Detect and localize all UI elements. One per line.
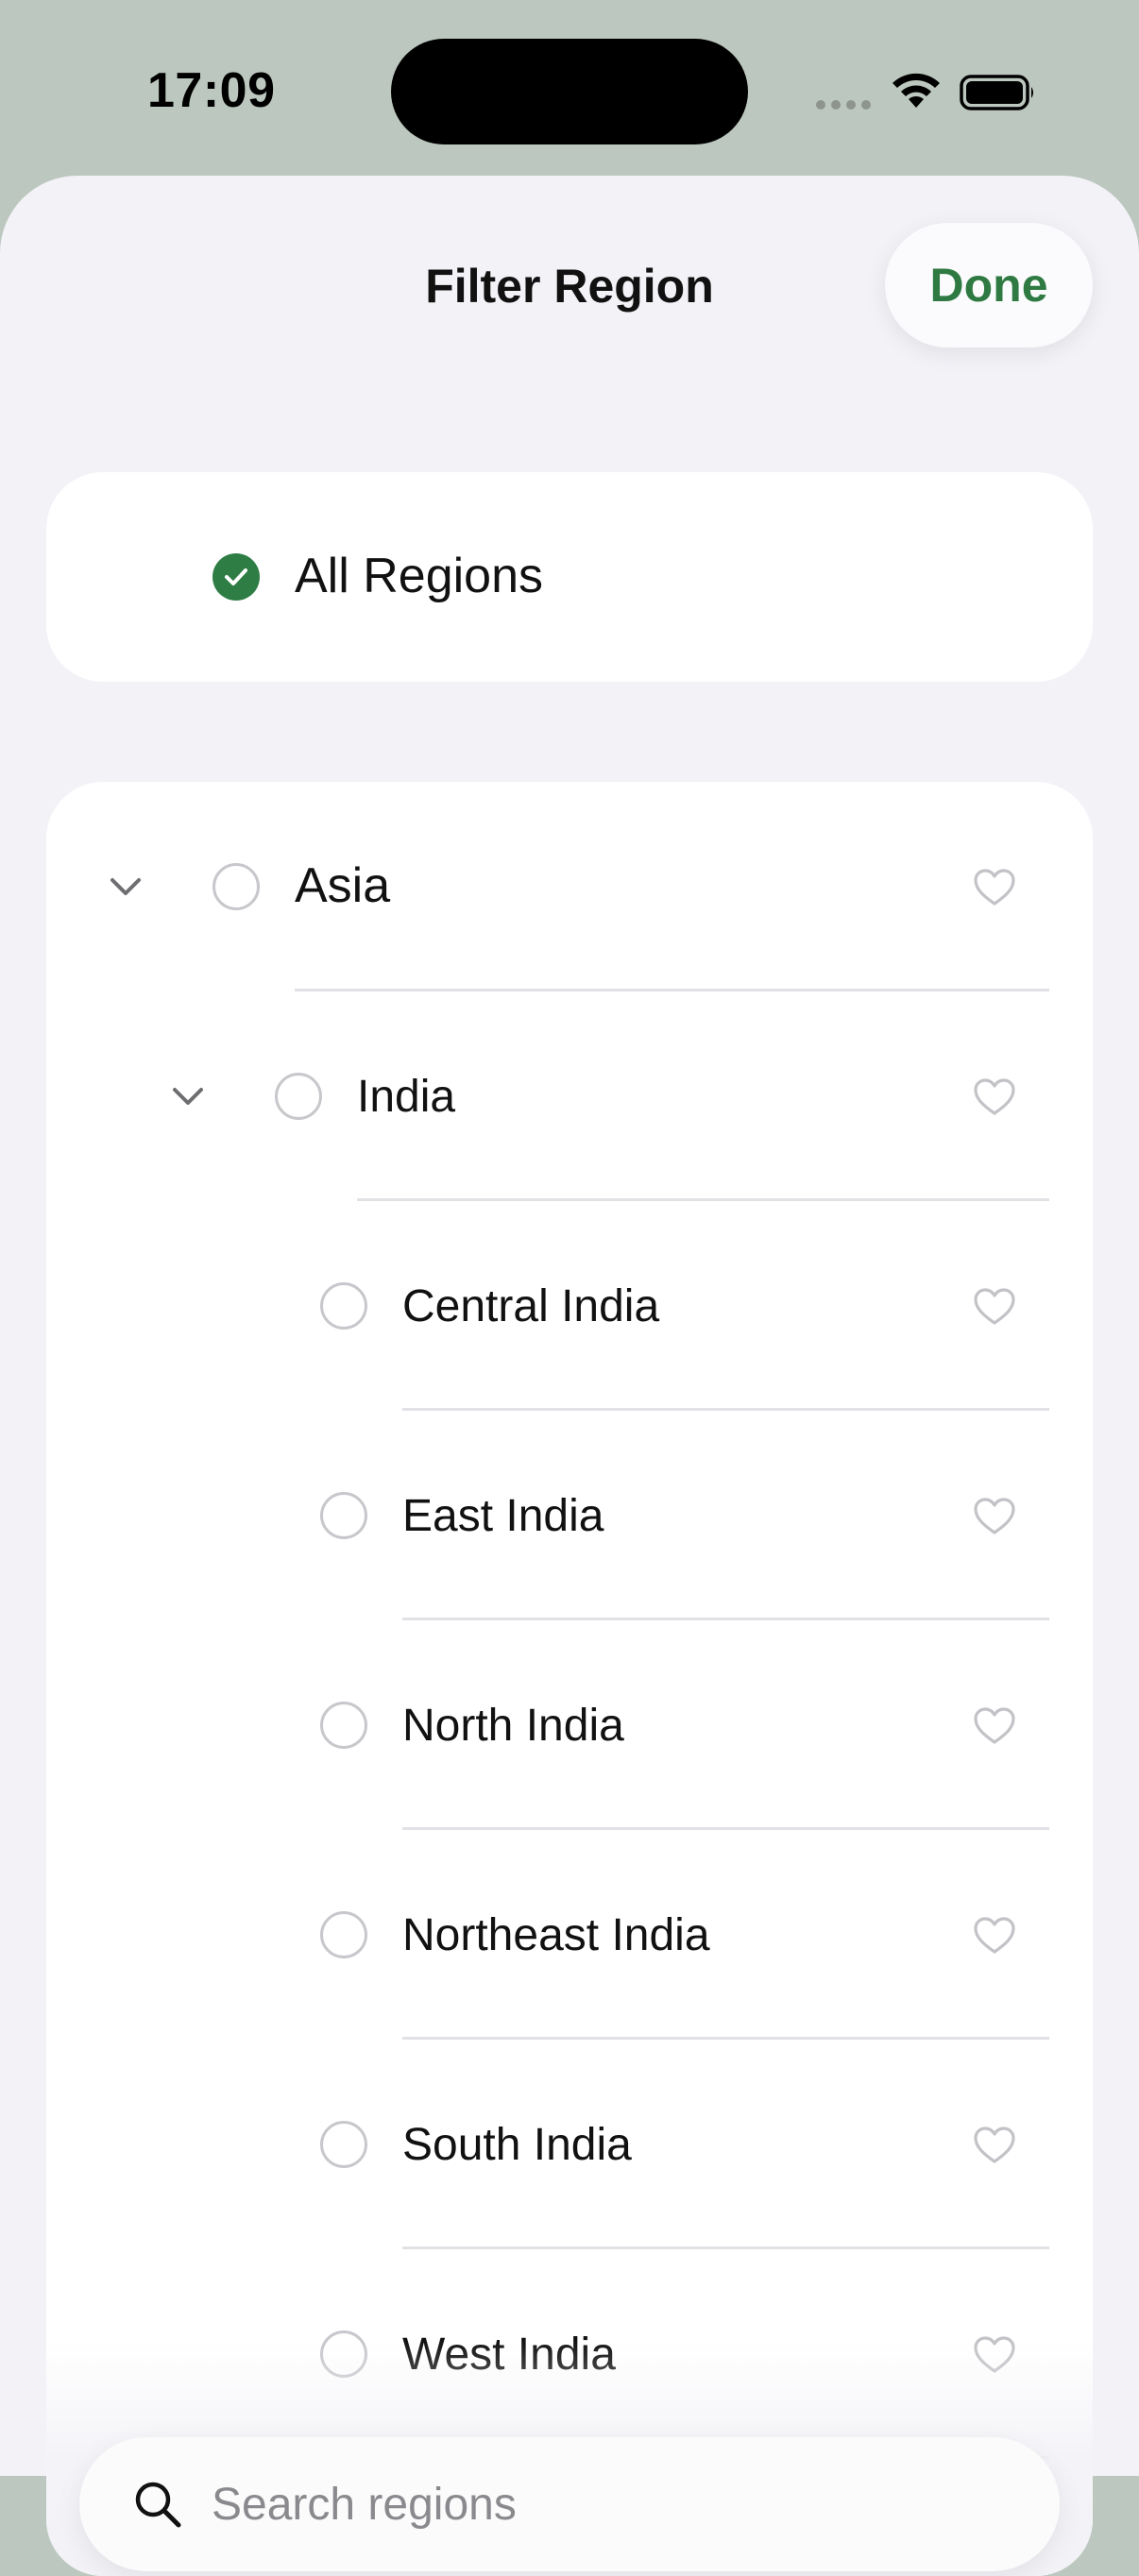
region-row[interactable]: Asia	[46, 782, 1093, 991]
all-regions-label: All Regions	[295, 549, 544, 603]
region-row[interactable]: South India	[46, 2040, 1093, 2249]
region-row[interactable]: Northeast India	[46, 1830, 1093, 2040]
region-label: Asia	[295, 858, 391, 913]
region-label: East India	[402, 1491, 604, 1541]
heart-icon[interactable]	[973, 868, 1016, 907]
wifi-icon	[892, 73, 940, 108]
heart-icon[interactable]	[973, 1706, 1016, 1746]
region-row[interactable]: Central India	[46, 1201, 1093, 1411]
status-icons	[816, 66, 1043, 115]
all-regions-row[interactable]: All Regions	[46, 472, 1093, 682]
checkmark-icon	[225, 568, 247, 585]
region-label: North India	[402, 1701, 624, 1751]
heart-icon[interactable]	[973, 1497, 1016, 1536]
heart-icon[interactable]	[973, 1287, 1016, 1327]
battery-icon	[960, 75, 1033, 110]
all-regions-card: All Regions	[46, 472, 1093, 682]
heart-icon[interactable]	[973, 2126, 1016, 2165]
region-row[interactable]: India	[46, 991, 1093, 1201]
region-radio[interactable]	[320, 1282, 367, 1330]
search-bar[interactable]	[79, 2437, 1060, 2571]
region-radio[interactable]	[212, 863, 260, 910]
region-row[interactable]: North India	[46, 1620, 1093, 1830]
region-label: South India	[402, 2120, 632, 2170]
region-radio[interactable]	[320, 1702, 367, 1749]
filter-region-sheet: Filter Region Done All Regions Asia India…	[0, 176, 1139, 2576]
region-label: India	[357, 1072, 456, 1122]
region-radio[interactable]	[320, 1911, 367, 1958]
done-button[interactable]: Done	[885, 223, 1093, 347]
heart-icon[interactable]	[973, 1916, 1016, 1956]
region-row[interactable]: East India	[46, 1411, 1093, 1620]
chevron-down-icon[interactable]	[167, 1076, 209, 1117]
region-list: Asia India Central India East India North In…	[46, 782, 1093, 2576]
search-icon	[135, 2482, 181, 2528]
region-radio[interactable]	[320, 2121, 367, 2168]
status-time: 17:09	[147, 63, 276, 118]
search-input[interactable]	[212, 2475, 1024, 2534]
region-radio[interactable]	[275, 1073, 322, 1120]
heart-icon[interactable]	[973, 1077, 1016, 1117]
region-radio[interactable]	[320, 1492, 367, 1539]
region-label: Northeast India	[402, 1910, 710, 1960]
chevron-down-icon[interactable]	[105, 866, 146, 907]
status-bar: 17:09	[0, 0, 1139, 179]
dynamic-island	[391, 39, 748, 144]
all-regions-check[interactable]	[212, 553, 260, 601]
region-label: Central India	[402, 1281, 660, 1331]
cellular-signal-icon	[816, 100, 871, 110]
